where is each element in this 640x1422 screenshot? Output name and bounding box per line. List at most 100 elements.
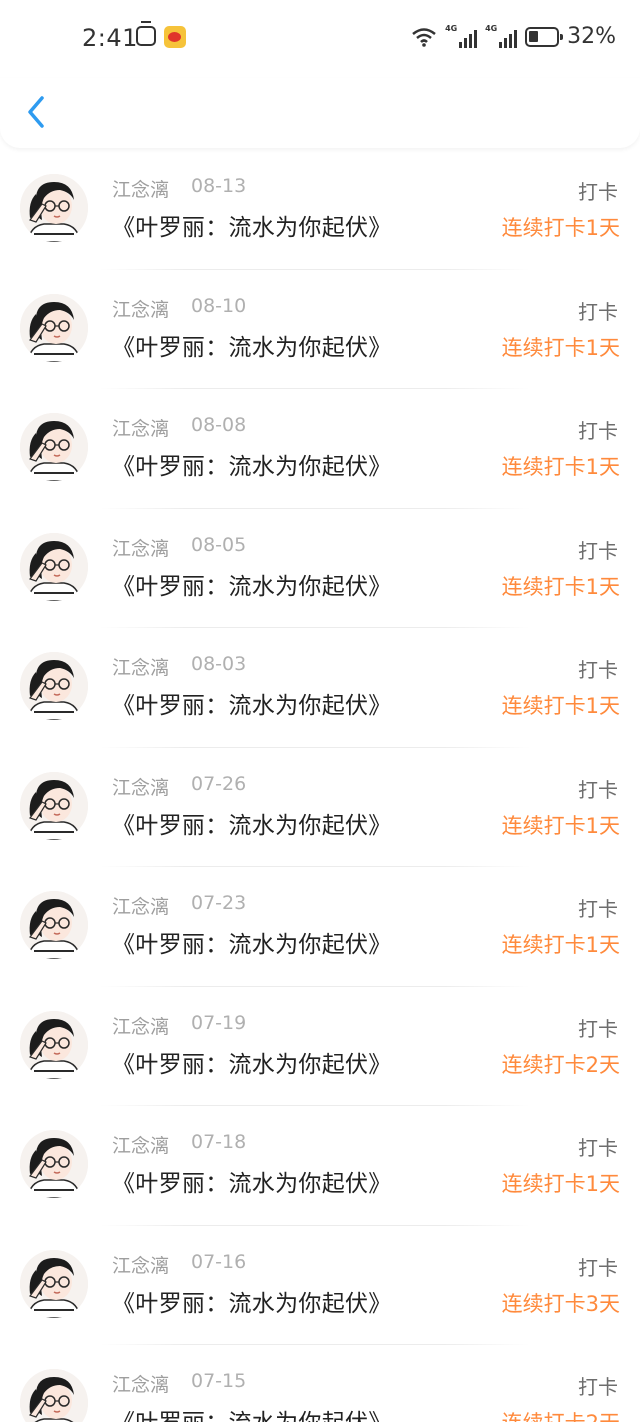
avatar[interactable] bbox=[20, 532, 88, 601]
streak-label: 连续打卡1天 bbox=[501, 933, 620, 957]
avatar-illustration bbox=[20, 532, 88, 601]
item-author: 江念漓 bbox=[112, 1015, 170, 1038]
checkin-button[interactable]: 打卡 bbox=[578, 1252, 618, 1281]
item-title[interactable]: 《叶罗丽：流水为你起伏》 bbox=[112, 1164, 392, 1198]
item-title[interactable]: 《叶罗丽：流水为你起伏》 bbox=[112, 567, 392, 601]
item-title[interactable]: 《叶罗丽：流水为你起伏》 bbox=[112, 328, 392, 362]
item-title[interactable]: 《叶罗丽：流水为你起伏》 bbox=[112, 686, 392, 720]
item-date: 08-10 bbox=[191, 294, 247, 317]
item-title[interactable]: 《叶罗丽：流水为你起伏》 bbox=[112, 447, 392, 481]
checkin-button[interactable]: 打卡 bbox=[578, 296, 618, 325]
list-item[interactable]: 江念漓 07-19 《叶罗丽：流水为你起伏》 打卡 连续打卡2天 bbox=[0, 987, 640, 1106]
list-item[interactable]: 江念漓 08-05 《叶罗丽：流水为你起伏》 打卡 连续打卡1天 bbox=[0, 509, 640, 628]
list-item[interactable]: 江念漓 07-26 《叶罗丽：流水为你起伏》 打卡 连续打卡1天 bbox=[0, 748, 640, 867]
list-item[interactable]: 江念漓 07-16 《叶罗丽：流水为你起伏》 打卡 连续打卡3天 bbox=[0, 1226, 640, 1345]
avatar[interactable] bbox=[20, 771, 88, 840]
signal-icon-1: 4G bbox=[445, 24, 478, 48]
avatar-illustration bbox=[20, 771, 88, 840]
streak-label: 连续打卡3天 bbox=[501, 1291, 620, 1316]
avatar[interactable] bbox=[20, 174, 88, 242]
item-title[interactable]: 《叶罗丽：流水为你起伏》 bbox=[112, 1045, 392, 1079]
status-app-icons bbox=[136, 21, 186, 48]
item-author: 江念漓 bbox=[112, 1254, 170, 1277]
streak-label: 连续打卡1天 bbox=[501, 813, 620, 838]
item-date: 07-23 bbox=[191, 892, 247, 914]
item-title[interactable]: 《叶罗丽：流水为你起伏》 bbox=[112, 1403, 392, 1422]
streak-label: 连续打卡1天 bbox=[501, 1172, 620, 1196]
avatar[interactable] bbox=[20, 652, 88, 720]
avatar-illustration bbox=[20, 891, 88, 959]
item-date: 07-19 bbox=[191, 1011, 247, 1034]
list-item[interactable]: 江念漓 07-18 《叶罗丽：流水为你起伏》 打卡 连续打卡1天 bbox=[0, 1106, 640, 1226]
battery-percent: 32% bbox=[567, 24, 616, 49]
list-item[interactable]: 江念漓 08-08 《叶罗丽：流水为你起伏》 打卡 连续打卡1天 bbox=[0, 389, 640, 509]
streak-label: 连续打卡1天 bbox=[501, 694, 620, 718]
chevron-left-icon bbox=[28, 96, 44, 128]
status-system-icons: 4G 4G 32% bbox=[411, 24, 616, 49]
item-author: 江念漓 bbox=[112, 1374, 170, 1396]
avatar[interactable] bbox=[20, 1369, 88, 1422]
streak-label: 连续打卡1天 bbox=[501, 216, 620, 240]
item-title[interactable]: 《叶罗丽：流水为你起伏》 bbox=[112, 806, 392, 840]
avatar-illustration bbox=[20, 293, 88, 362]
avatar[interactable] bbox=[20, 413, 88, 481]
checkin-button[interactable]: 打卡 bbox=[578, 654, 618, 683]
item-date: 07-16 bbox=[191, 1250, 247, 1273]
item-title[interactable]: 《叶罗丽：流水为你起伏》 bbox=[112, 208, 392, 242]
item-date: 08-13 bbox=[191, 175, 247, 197]
network-type-label: 4G bbox=[485, 23, 498, 33]
item-date: 08-05 bbox=[191, 533, 247, 556]
list-item[interactable]: 江念漓 08-13 《叶罗丽：流水为你起伏》 打卡 连续打卡1天 bbox=[0, 150, 640, 270]
avatar[interactable] bbox=[20, 293, 88, 362]
avatar[interactable] bbox=[20, 1010, 88, 1079]
item-author: 江念漓 bbox=[112, 776, 170, 799]
avatar-illustration bbox=[20, 1369, 88, 1422]
avatar[interactable] bbox=[20, 1130, 88, 1198]
avatar-illustration bbox=[20, 1010, 88, 1079]
streak-label: 连续打卡1天 bbox=[501, 455, 620, 479]
avatar-illustration bbox=[20, 174, 88, 242]
list-item[interactable]: 江念漓 07-23 《叶罗丽：流水为你起伏》 打卡 连续打卡1天 bbox=[0, 867, 640, 987]
item-title[interactable]: 《叶罗丽：流水为你起伏》 bbox=[112, 1284, 392, 1318]
item-title[interactable]: 《叶罗丽：流水为你起伏》 bbox=[112, 925, 392, 959]
avatar[interactable] bbox=[20, 891, 88, 959]
item-author: 江念漓 bbox=[112, 1135, 170, 1157]
checkin-button[interactable]: 打卡 bbox=[578, 774, 618, 803]
streak-label: 连续打卡1天 bbox=[501, 335, 620, 360]
checkin-button[interactable]: 打卡 bbox=[578, 1371, 618, 1400]
avatar[interactable] bbox=[20, 1249, 88, 1318]
avatar-illustration bbox=[20, 1130, 88, 1198]
streak-label: 连续打卡1天 bbox=[501, 574, 620, 599]
tv-app-icon bbox=[136, 21, 156, 46]
back-button[interactable] bbox=[22, 92, 52, 132]
streak-label: 连续打卡2天 bbox=[501, 1052, 620, 1077]
item-date: 07-18 bbox=[191, 1131, 247, 1153]
item-author: 江念漓 bbox=[112, 537, 170, 560]
avatar-illustration bbox=[20, 652, 88, 720]
status-bar: 2:41 4G 4G 32% bbox=[0, 0, 640, 78]
nav-bar bbox=[0, 78, 640, 148]
battery-icon bbox=[525, 26, 564, 47]
checkin-button[interactable]: 打卡 bbox=[578, 415, 618, 444]
checkin-button[interactable]: 打卡 bbox=[578, 1013, 618, 1042]
list-item[interactable]: 江念漓 08-10 《叶罗丽：流水为你起伏》 打卡 连续打卡1天 bbox=[0, 270, 640, 389]
checkin-button[interactable]: 打卡 bbox=[578, 893, 618, 922]
item-date: 08-08 bbox=[191, 414, 247, 436]
checkin-button[interactable]: 打卡 bbox=[578, 535, 618, 564]
avatar-illustration bbox=[20, 1249, 88, 1318]
signal-icon-2: 4G bbox=[485, 23, 518, 48]
item-author: 江念漓 bbox=[112, 418, 170, 440]
weibo-app-icon bbox=[164, 26, 186, 48]
item-author: 江念漓 bbox=[112, 657, 170, 679]
list-item[interactable]: 江念漓 07-15 《叶罗丽：流水为你起伏》 打卡 连续打卡2天 bbox=[0, 1345, 640, 1422]
checkin-button[interactable]: 打卡 bbox=[578, 1132, 618, 1161]
item-author: 江念漓 bbox=[112, 298, 170, 321]
avatar-illustration bbox=[20, 413, 88, 481]
checkin-list: 江念漓 08-13 《叶罗丽：流水为你起伏》 打卡 连续打卡1天 江念漓 08-… bbox=[0, 150, 640, 1422]
list-item[interactable]: 江念漓 08-03 《叶罗丽：流水为你起伏》 打卡 连续打卡1天 bbox=[0, 628, 640, 748]
status-time: 2:41 bbox=[82, 24, 138, 52]
streak-label: 连续打卡2天 bbox=[502, 1407, 620, 1422]
item-author: 江念漓 bbox=[112, 179, 170, 201]
checkin-button[interactable]: 打卡 bbox=[578, 176, 618, 205]
item-date: 07-26 bbox=[191, 772, 247, 795]
